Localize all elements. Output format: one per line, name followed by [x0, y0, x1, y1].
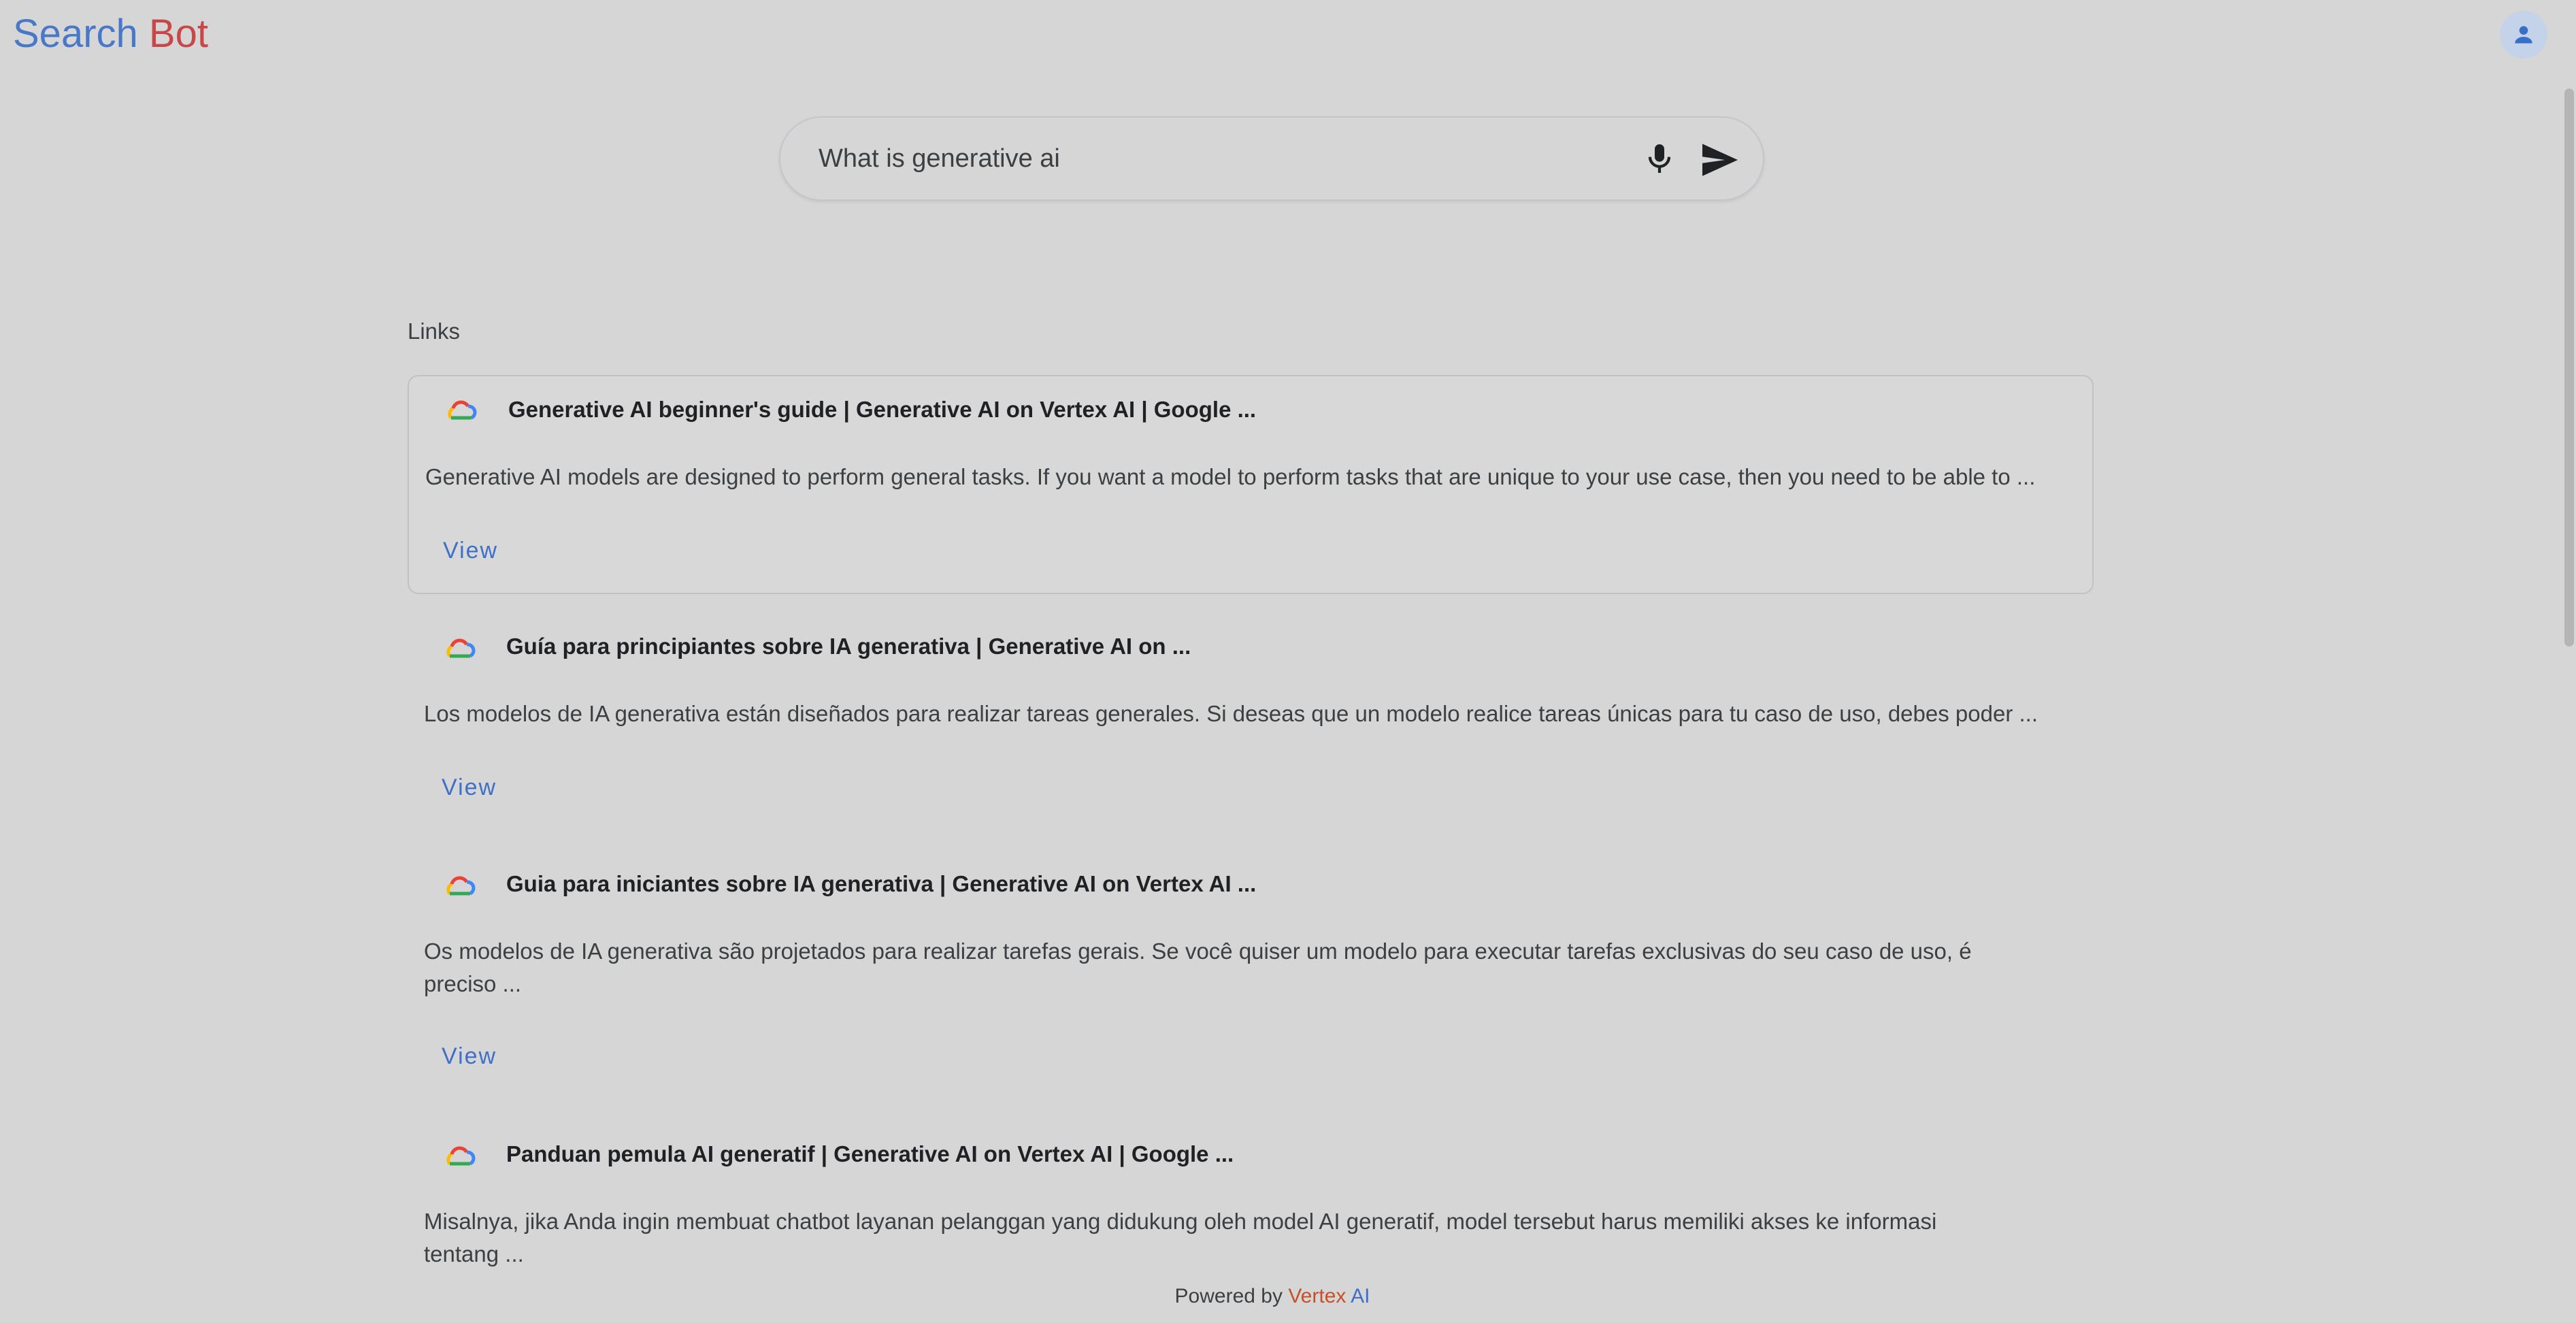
logo-word-search: Search [13, 12, 138, 56]
result-title[interactable]: Guía para principiantes sobre IA generat… [506, 634, 1191, 659]
result-title[interactable]: Guia para iniciantes sobre IA generativa… [506, 871, 1256, 897]
google-cloud-icon [446, 876, 476, 896]
google-cloud-icon [448, 400, 477, 420]
send-icon[interactable] [1700, 142, 1740, 178]
app-logo[interactable]: Search Bot [13, 10, 208, 59]
result-title[interactable]: Panduan pemula AI generatif | Generative… [506, 1141, 1234, 1167]
result-card[interactable]: Generative AI beginner's guide | Generat… [408, 375, 2094, 594]
logo-word-bot: Bot [148, 12, 208, 56]
result-snippet: Los modelos de IA generativa están diseñ… [424, 701, 2038, 726]
footer-brand-vertex: Vertex [1288, 1285, 1347, 1307]
result-card[interactable]: Guía para principiantes sobre IA generat… [408, 615, 2094, 826]
result-snippet: Os modelos de IA generativa são projetad… [424, 938, 1972, 996]
result-card[interactable]: Guia para iniciantes sobre IA generativa… [408, 852, 2094, 1083]
google-cloud-icon [446, 1146, 476, 1166]
search-box [779, 116, 1764, 201]
result-title[interactable]: Generative AI beginner's guide | Generat… [508, 397, 1256, 423]
account-icon [2515, 26, 2532, 44]
google-cloud-icon [446, 638, 476, 658]
search-input[interactable] [819, 137, 1608, 180]
page-scrollbar[interactable] [2564, 88, 2574, 647]
view-button[interactable]: View [442, 774, 497, 801]
view-button[interactable]: View [442, 1043, 497, 1070]
result-card[interactable]: Panduan pemula AI generatif | Generative… [408, 1122, 2094, 1279]
account-avatar-button[interactable] [2500, 11, 2547, 59]
view-button[interactable]: View [443, 538, 498, 564]
result-snippet: Generative AI models are designed to per… [425, 464, 2036, 489]
footer-prefix: Powered by [1174, 1285, 1283, 1307]
footer-brand-ai: AI [1351, 1285, 1370, 1307]
search-bot-page: Search Bot Links Generative AI beginner'… [0, 0, 2576, 1323]
links-section-label: Links [408, 318, 461, 344]
result-snippet: Misalnya, jika Anda ingin membuat chatbo… [424, 1209, 1937, 1267]
microphone-icon[interactable] [1640, 140, 1679, 178]
powered-by-footer: Powered by Vertex AI [0, 1285, 2545, 1308]
